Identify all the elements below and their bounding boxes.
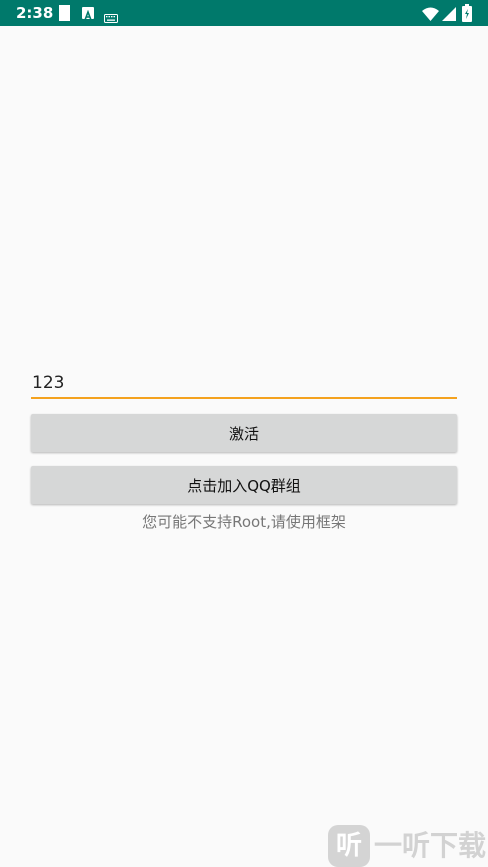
status-bar: 2:38 [0, 0, 488, 26]
status-time: 2:38 [16, 4, 54, 22]
a-badge-icon [82, 7, 94, 21]
battery-icon [462, 4, 472, 22]
activation-code-input[interactable] [31, 368, 457, 399]
cell-signal-icon [442, 6, 456, 21]
watermark: 听 一听下载 [328, 825, 488, 867]
root-hint-text: 您可能不支持Root,请使用框架 [142, 513, 346, 531]
wifi-icon [422, 6, 439, 21]
keyboard-icon [104, 8, 118, 23]
join-qq-group-button[interactable]: 点击加入QQ群组 [31, 466, 457, 504]
activate-button[interactable]: 激活 [31, 414, 457, 452]
watermark-logo: 听 [328, 825, 370, 867]
sim-card-icon [59, 5, 70, 21]
watermark-text: 一听下载 [374, 829, 487, 862]
